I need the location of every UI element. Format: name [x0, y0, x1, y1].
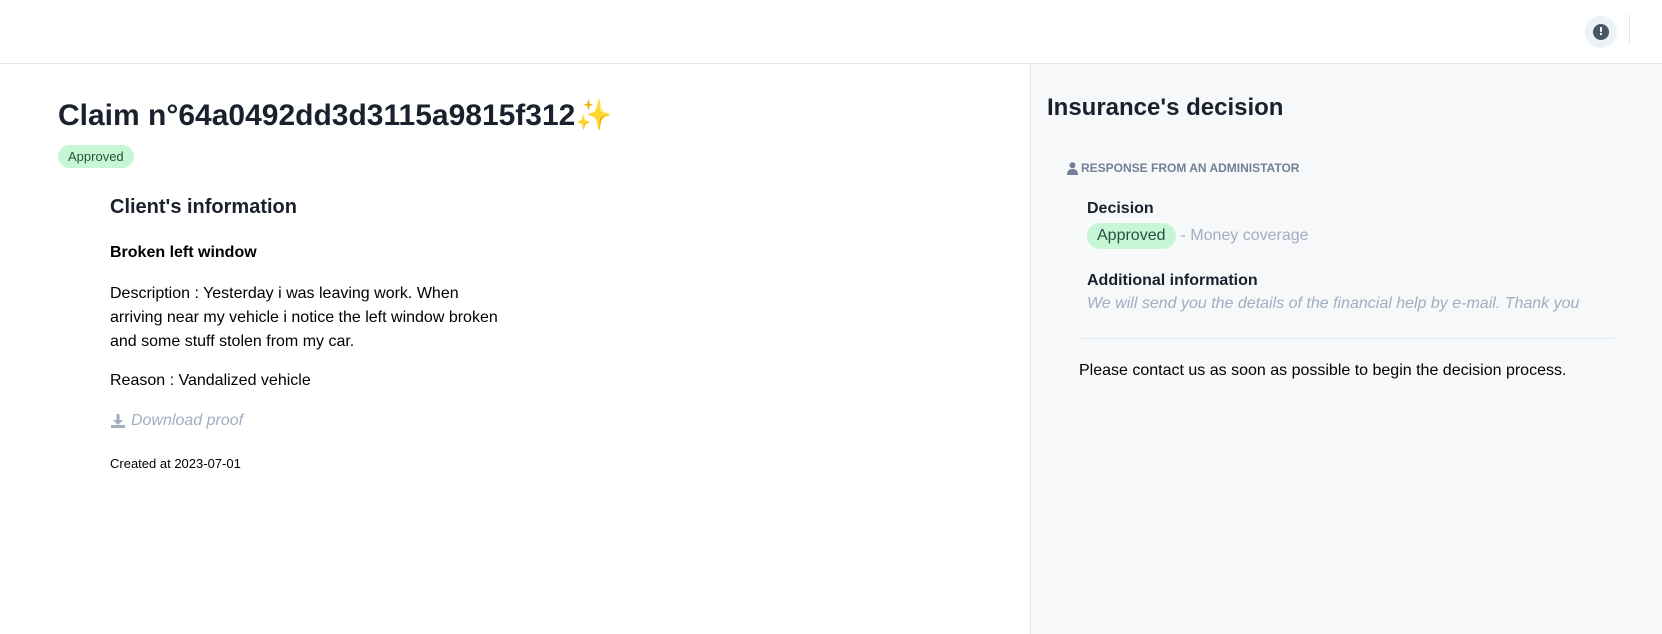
decision-status-badge: Approved: [1087, 223, 1176, 249]
coverage-text: - Money coverage: [1180, 227, 1309, 244]
divider: [1079, 338, 1614, 339]
claim-description: Description : Yesterday i was leaving wo…: [110, 285, 498, 350]
top-bar: !: [0, 0, 1662, 64]
additional-info-text: We will send you the details of the fina…: [1087, 295, 1580, 312]
claim-panel: Claim n°64a0492dd3d3115a9815f312✨ Approv…: [0, 64, 1030, 634]
contact-message: Please contact us as soon as possible to…: [1079, 362, 1567, 379]
decision-label: Decision: [1087, 200, 1154, 217]
admin-response-label: RESPONSE FROM AN ADMINISTATOR: [1067, 161, 1299, 175]
download-icon: [111, 414, 125, 428]
decision-heading: Insurance's decision: [1047, 94, 1284, 121]
claim-reason: Reason : Vandalized vehicle: [110, 372, 311, 389]
decision-row: Approved - Money coverage: [1087, 223, 1309, 249]
client-info-heading: Client's information: [110, 196, 297, 218]
additional-info-label: Additional information: [1087, 272, 1258, 289]
claim-title: Claim n°64a0492dd3d3115a9815f312✨: [58, 99, 613, 132]
download-proof-label: Download proof: [131, 412, 244, 429]
created-date: Created at 2023-07-01: [110, 456, 241, 471]
user-icon: [1067, 161, 1078, 175]
alert-circle-icon: !: [1593, 24, 1609, 40]
claim-name: Broken left window: [110, 244, 257, 261]
download-proof-link[interactable]: Download proof: [110, 412, 243, 430]
decision-panel: Insurance's decision RESPONSE FROM AN AD…: [1030, 64, 1662, 634]
topbar-divider: [1629, 14, 1630, 44]
info-button[interactable]: !: [1585, 16, 1617, 48]
claim-status-badge: Approved: [58, 145, 134, 168]
admin-response-text: RESPONSE FROM AN ADMINISTATOR: [1081, 161, 1300, 175]
